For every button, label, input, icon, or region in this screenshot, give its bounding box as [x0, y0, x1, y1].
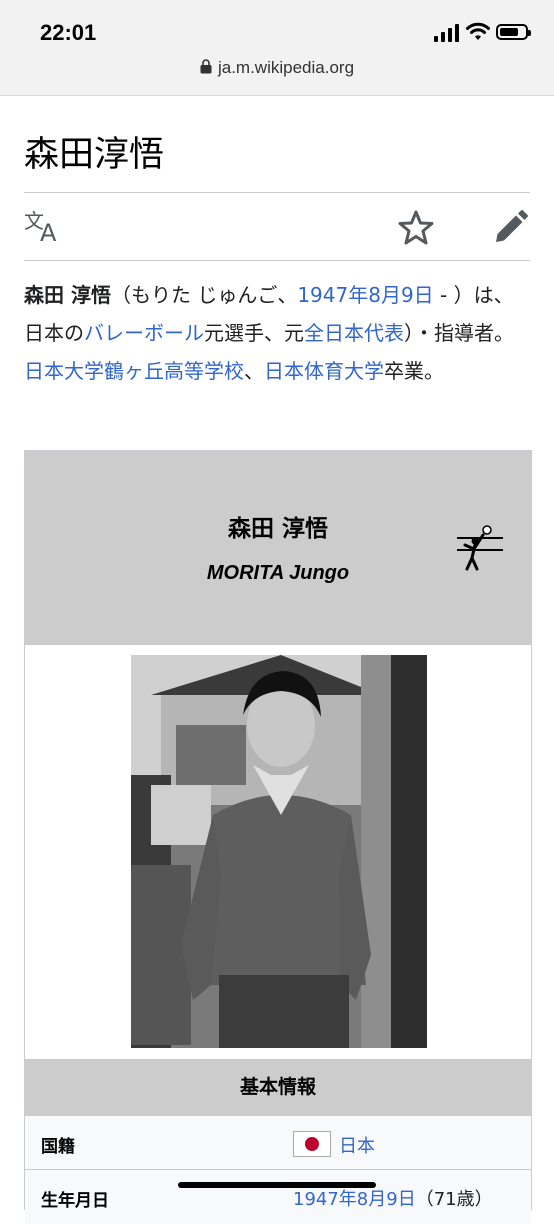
- language-icon[interactable]: 文 A: [24, 208, 64, 244]
- browser-top-bar: 22:01 ja.m.wikipedia.org: [0, 0, 554, 96]
- intro-text: 、: [244, 359, 264, 383]
- university-link[interactable]: 日本体育大学: [264, 359, 384, 383]
- edit-pencil-icon[interactable]: [494, 210, 528, 244]
- infobox-header: 森田 淳悟 MORITA Jungo: [25, 451, 531, 645]
- intro-text: 卒業。: [384, 359, 444, 383]
- page-title: 森田淳悟: [24, 135, 165, 175]
- url-bar[interactable]: ja.m.wikipedia.org: [0, 58, 554, 78]
- divider: [24, 192, 530, 193]
- intro-text: 元選手、元: [204, 321, 304, 345]
- svg-text:A: A: [40, 219, 57, 244]
- infobox-row-birthdate: 生年月日 1947年8月9日（71歳）: [25, 1169, 531, 1224]
- subject-name: 森田 淳悟: [24, 283, 111, 307]
- status-time: 22:01: [40, 20, 97, 45]
- row-label: 生年月日: [41, 1191, 109, 1211]
- wifi-icon: [466, 22, 490, 40]
- japan-flag-icon: [293, 1131, 331, 1157]
- volleyball-player-icon: [457, 525, 503, 571]
- lead-paragraph: 森田 淳悟（もりた じゅんご、1947年8月9日 - ）は、日本のバレーボール元…: [24, 276, 532, 390]
- watch-star-icon[interactable]: [398, 210, 434, 246]
- national-team-link[interactable]: 全日本代表: [304, 321, 404, 345]
- row-label: 国籍: [41, 1137, 75, 1157]
- infobox-row-nationality: 国籍 日本: [25, 1115, 531, 1170]
- japan-link[interactable]: 日本: [339, 1136, 375, 1157]
- home-indicator[interactable]: [178, 1182, 376, 1188]
- intro-text: - ）: [433, 283, 474, 307]
- volleyball-link[interactable]: バレーボール: [84, 321, 204, 345]
- reading-text: （もりた じゅんご、: [110, 283, 298, 307]
- url-text: ja.m.wikipedia.org: [217, 58, 355, 77]
- row-value: 日本: [293, 1131, 375, 1158]
- divider: [24, 260, 530, 261]
- infobox-section-header: 基本情報: [25, 1059, 531, 1115]
- row-value: 1947年8月9日（71歳）: [293, 1185, 493, 1211]
- infobox-photo-area: [25, 645, 531, 1059]
- portrait-photo[interactable]: [131, 655, 427, 1048]
- infobox: 森田 淳悟 MORITA Jungo 基本情報 国籍 日本 生年月日 1947年…: [24, 450, 532, 1224]
- intro-text: ）・指導者。: [404, 321, 514, 345]
- high-school-link[interactable]: 日本大学鶴ヶ丘高等学校: [24, 359, 244, 383]
- lock-icon: [200, 59, 212, 74]
- battery-icon: [496, 24, 531, 40]
- cellular-signal-icon: [434, 24, 459, 42]
- birthdate-link[interactable]: 1947年8月9日: [297, 283, 433, 307]
